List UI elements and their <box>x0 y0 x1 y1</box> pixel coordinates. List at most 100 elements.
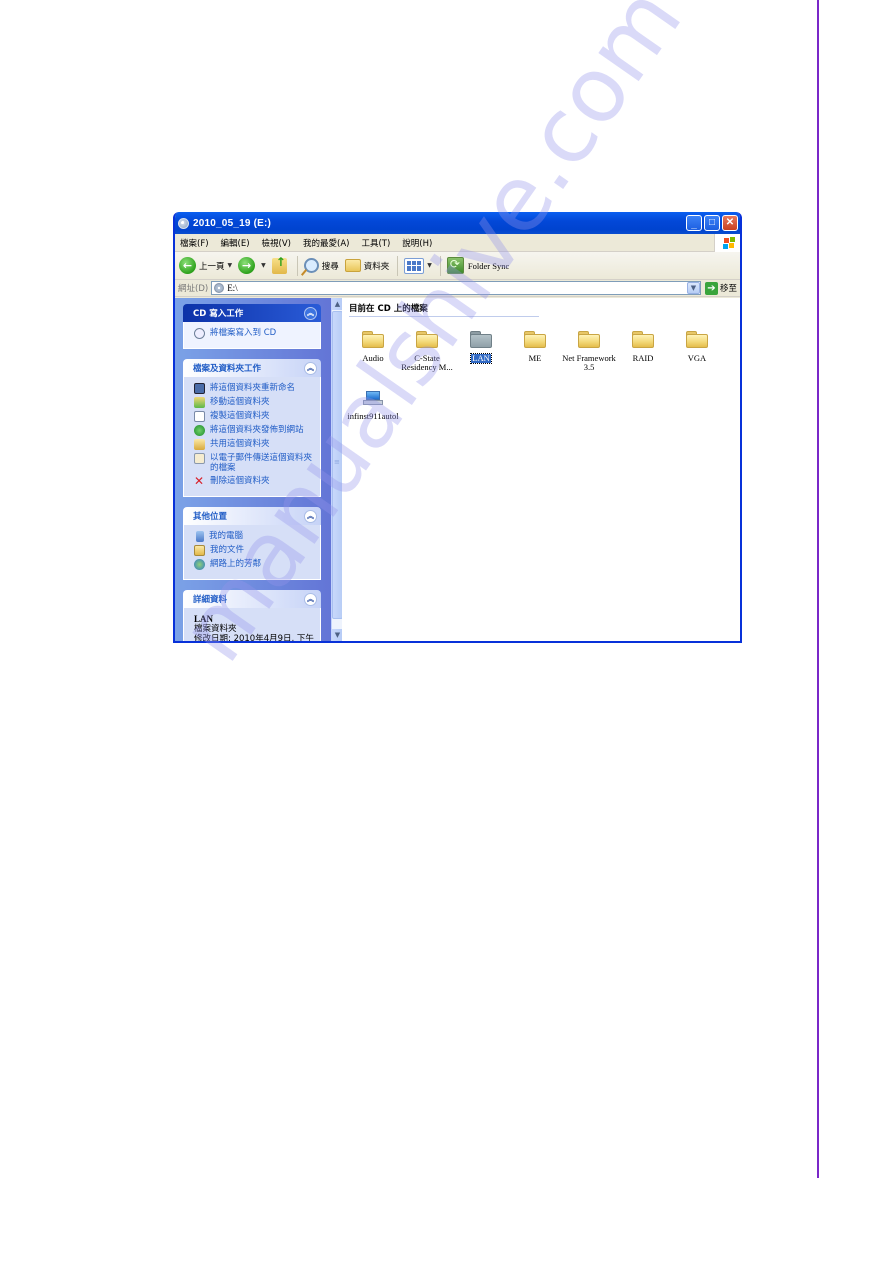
cd-write-icon <box>194 328 205 339</box>
menu-tools[interactable]: 工具(T) <box>361 237 390 249</box>
back-button[interactable]: ← 上一頁 ▼ <box>179 257 232 274</box>
forward-button[interactable]: → ▼ <box>238 257 266 274</box>
folder-audio[interactable]: Audio <box>346 329 400 387</box>
views-button[interactable]: ▼ <box>404 257 432 274</box>
place-network[interactable]: 網路上的芳鄰 <box>194 559 314 570</box>
detail-item-type: 檔案資料夾 <box>194 624 237 634</box>
address-input[interactable]: E:\ ▼ <box>211 281 701 295</box>
back-arrow-icon: ← <box>179 257 196 274</box>
title-bar[interactable]: 2010_05_19 (E:) _ □ ✕ <box>175 212 740 234</box>
publish-web-icon <box>194 425 205 436</box>
file-infinst911autol[interactable]: infinst911autol <box>346 387 400 445</box>
file-tasks-panel: 檔案及資料夾工作 ︽ 將這個資料夾重新命名 移動這個資料夾 複製這個資料夾 將這… <box>183 359 321 497</box>
collapse-icon[interactable]: ︽ <box>304 592 317 606</box>
file-tasks-header[interactable]: 檔案及資料夾工作 ︽ <box>183 359 321 377</box>
copy-folder-icon <box>194 411 205 422</box>
files-on-cd-heading: 目前在 CD 上的檔案 <box>349 302 539 317</box>
views-dropdown-icon: ▼ <box>427 262 432 269</box>
minimize-button[interactable]: _ <box>686 215 702 231</box>
task-publish-folder[interactable]: 將這個資料夾發佈到網站 <box>194 425 314 436</box>
delete-x-icon: ✕ <box>194 474 205 488</box>
folder-net-framework[interactable]: Net Framework 3.5 <box>562 329 616 387</box>
other-places-header[interactable]: 其他位置 ︽ <box>183 507 321 525</box>
address-label: 網址(D) <box>178 284 209 294</box>
folder-icon <box>632 331 654 348</box>
menu-edit[interactable]: 編輯(E) <box>221 237 250 249</box>
menu-file[interactable]: 檔案(F) <box>180 237 209 249</box>
windows-logo-icon <box>714 234 740 252</box>
search-button[interactable]: 搜尋 <box>303 258 339 273</box>
address-dropdown-icon[interactable]: ▼ <box>686 282 700 294</box>
collapse-icon[interactable]: ︽ <box>304 361 317 375</box>
other-places-panel: 其他位置 ︽ 我的電腦 我的文件 網路上的芳鄰 <box>183 507 321 580</box>
explorer-body: CD 寫入工作 ︽ 將檔案寫入到 CD 檔案及資料夾工作 ︽ 將這個資料夾重新命… <box>175 298 740 641</box>
address-bar: 網址(D) E:\ ▼ ➔ 移至 <box>175 280 740 297</box>
forward-dropdown-icon[interactable]: ▼ <box>261 262 266 269</box>
scroll-grip-icon: ≡ <box>334 458 340 466</box>
network-places-icon <box>194 559 205 570</box>
toolbar: ← 上一頁 ▼ → ▼ 搜尋 資料夾 ▼ Folder Sync <box>175 252 740 280</box>
menu-favorites[interactable]: 我的最愛(A) <box>303 237 349 249</box>
task-rename-folder[interactable]: 將這個資料夾重新命名 <box>194 383 314 394</box>
search-icon <box>303 258 319 273</box>
address-value: E:\ <box>227 283 238 293</box>
share-folder-icon <box>194 439 205 450</box>
toolbar-separator <box>397 255 399 276</box>
details-header[interactable]: 詳細資料 ︽ <box>183 590 321 608</box>
folder-raid[interactable]: RAID <box>616 329 670 387</box>
task-move-folder[interactable]: 移動這個資料夾 <box>194 397 314 408</box>
folder-icon <box>362 331 384 348</box>
up-folder-button[interactable] <box>271 255 289 274</box>
collapse-icon[interactable]: ︽ <box>304 306 317 320</box>
task-delete-folder[interactable]: ✕ 刪除這個資料夾 <box>194 474 314 488</box>
folder-icon <box>524 331 546 348</box>
menu-view[interactable]: 檢視(V) <box>262 237 291 249</box>
task-copy-folder[interactable]: 複製這個資料夾 <box>194 411 314 422</box>
back-dropdown-icon[interactable]: ▼ <box>228 262 233 269</box>
task-pane-scrollbar[interactable]: ▲ ≡ ▼ <box>331 298 343 641</box>
cd-drive-icon <box>214 283 225 293</box>
place-my-documents[interactable]: 我的文件 <box>194 545 314 556</box>
move-folder-icon <box>194 397 205 408</box>
cd-tasks-header[interactable]: CD 寫入工作 ︽ <box>183 304 321 322</box>
up-folder-icon <box>271 255 287 274</box>
details-panel: 詳細資料 ︽ LAN 檔案資料夾 修改日期: 2010年4月9日, 下午 <box>183 590 321 641</box>
collapse-icon[interactable]: ︽ <box>304 509 317 523</box>
rename-icon <box>194 383 205 394</box>
window-title: 2010_05_19 (E:) <box>193 217 272 229</box>
go-button[interactable]: ➔ 移至 <box>704 281 737 295</box>
task-pane: CD 寫入工作 ︽ 將檔案寫入到 CD 檔案及資料夾工作 ︽ 將這個資料夾重新命… <box>175 298 331 641</box>
cd-tasks-panel: CD 寫入工作 ︽ 將檔案寫入到 CD <box>183 304 321 349</box>
folder-lan[interactable]: LAN <box>454 329 508 387</box>
application-icon <box>363 391 383 406</box>
my-computer-icon <box>196 531 204 542</box>
close-button[interactable]: ✕ <box>722 215 738 231</box>
detail-item-modified: 修改日期: 2010年4月9日, 下午 <box>194 634 314 641</box>
folder-icon <box>470 331 492 348</box>
folder-sync-icon <box>446 257 464 274</box>
go-arrow-icon: ➔ <box>704 281 718 295</box>
email-icon <box>194 453 205 464</box>
toolbar-separator <box>296 255 298 276</box>
task-write-to-cd[interactable]: 將檔案寫入到 CD <box>194 328 314 339</box>
toolbar-separator <box>439 255 441 276</box>
file-list-pane: 目前在 CD 上的檔案 Audio C-State Residency M...… <box>342 298 740 641</box>
folder-sync-button[interactable]: Folder Sync <box>446 257 509 274</box>
page-margin-rule <box>817 0 819 1178</box>
views-icon <box>404 257 425 274</box>
maximize-button[interactable]: □ <box>704 215 720 231</box>
folder-icon <box>578 331 600 348</box>
my-documents-icon <box>194 545 205 556</box>
folder-me[interactable]: ME <box>508 329 562 387</box>
folder-c-state[interactable]: C-State Residency M... <box>400 329 454 387</box>
cd-drive-icon <box>178 217 189 229</box>
explorer-window: 2010_05_19 (E:) _ □ ✕ 檔案(F) 編輯(E) 檢視(V) … <box>173 212 742 643</box>
menu-help[interactable]: 說明(H) <box>402 237 432 249</box>
folders-icon <box>344 259 361 272</box>
folders-button[interactable]: 資料夾 <box>344 259 389 272</box>
forward-arrow-icon: → <box>238 257 256 274</box>
folder-vga[interactable]: VGA <box>670 329 724 387</box>
task-share-folder[interactable]: 共用這個資料夾 <box>194 439 314 450</box>
place-my-computer[interactable]: 我的電腦 <box>194 531 314 542</box>
task-email-folder[interactable]: 以電子郵件傳送這個資料夾的檔案 <box>194 453 314 473</box>
